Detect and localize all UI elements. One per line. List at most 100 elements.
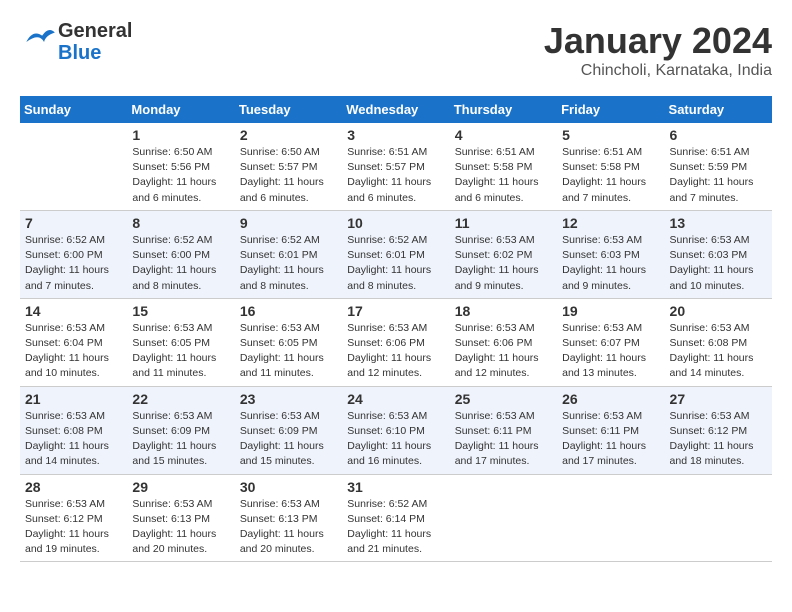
calendar-cell xyxy=(450,474,557,562)
day-info: Sunrise: 6:51 AM Sunset: 5:58 PM Dayligh… xyxy=(455,145,552,206)
day-info: Sunrise: 6:53 AM Sunset: 6:06 PM Dayligh… xyxy=(455,321,552,382)
day-info: Sunrise: 6:53 AM Sunset: 6:07 PM Dayligh… xyxy=(562,321,659,382)
weekday-header-wednesday: Wednesday xyxy=(342,96,449,123)
day-info: Sunrise: 6:53 AM Sunset: 6:11 PM Dayligh… xyxy=(455,409,552,470)
calendar-cell: 4 Sunrise: 6:51 AM Sunset: 5:58 PM Daylig… xyxy=(450,123,557,210)
day-number: 24 xyxy=(347,391,444,407)
calendar-cell: 26Sunrise: 6:53 AM Sunset: 6:11 PM Dayli… xyxy=(557,386,664,474)
day-info: Sunrise: 6:53 AM Sunset: 6:04 PM Dayligh… xyxy=(25,321,122,382)
calendar-cell: 12 Sunrise: 6:53 AM Sunset: 6:03 PM Dayli… xyxy=(557,210,664,298)
calendar-cell: 31 Sunrise: 6:52 AM Sunset: 6:14 PM Dayli… xyxy=(342,474,449,562)
calendar-cell: 17 Sunrise: 6:53 AM Sunset: 6:06 PM Dayli… xyxy=(342,298,449,386)
day-number: 18 xyxy=(455,303,552,319)
day-info: Sunrise: 6:52 AM Sunset: 6:01 PM Dayligh… xyxy=(240,233,337,294)
calendar-cell: 7Sunrise: 6:52 AM Sunset: 6:00 PM Daylig… xyxy=(20,210,127,298)
day-number: 15 xyxy=(132,303,229,319)
month-title: January 2024 xyxy=(544,20,772,62)
calendar-cell: 28Sunrise: 6:53 AM Sunset: 6:12 PM Dayli… xyxy=(20,474,127,562)
day-number: 16 xyxy=(240,303,337,319)
calendar-cell: 10 Sunrise: 6:52 AM Sunset: 6:01 PM Dayli… xyxy=(342,210,449,298)
calendar-cell: 24 Sunrise: 6:53 AM Sunset: 6:10 PM Dayli… xyxy=(342,386,449,474)
day-info: Sunrise: 6:53 AM Sunset: 6:03 PM Dayligh… xyxy=(562,233,659,294)
day-number: 4 xyxy=(455,127,552,143)
day-number: 8 xyxy=(132,215,229,231)
day-number: 29 xyxy=(132,479,229,495)
day-number: 19 xyxy=(562,303,659,319)
calendar-cell: 13 Sunrise: 6:53 AM Sunset: 6:03 PM Dayli… xyxy=(665,210,772,298)
day-number: 11 xyxy=(455,215,552,231)
day-info: Sunrise: 6:53 AM Sunset: 6:13 PM Dayligh… xyxy=(132,497,229,558)
day-number: 12 xyxy=(562,215,659,231)
calendar-cell: 21Sunrise: 6:53 AM Sunset: 6:08 PM Dayli… xyxy=(20,386,127,474)
calendar-cell: 27Sunrise: 6:53 AM Sunset: 6:12 PM Dayli… xyxy=(665,386,772,474)
day-info: Sunrise: 6:53 AM Sunset: 6:06 PM Dayligh… xyxy=(347,321,444,382)
day-info: Sunrise: 6:53 AM Sunset: 6:08 PM Dayligh… xyxy=(670,321,767,382)
day-info: Sunrise: 6:53 AM Sunset: 6:12 PM Dayligh… xyxy=(25,497,122,558)
calendar-table: SundayMondayTuesdayWednesdayThursdayFrid… xyxy=(20,96,772,562)
calendar-cell xyxy=(557,474,664,562)
title-block: January 2024 Chincholi, Karnataka, India xyxy=(544,20,772,80)
day-number: 30 xyxy=(240,479,337,495)
week-row-4: 21Sunrise: 6:53 AM Sunset: 6:08 PM Dayli… xyxy=(20,386,772,474)
day-info: Sunrise: 6:52 AM Sunset: 6:14 PM Dayligh… xyxy=(347,497,444,558)
day-info: Sunrise: 6:52 AM Sunset: 6:00 PM Dayligh… xyxy=(132,233,229,294)
logo-bird-icon xyxy=(20,23,58,61)
day-info: Sunrise: 6:53 AM Sunset: 6:13 PM Dayligh… xyxy=(240,497,337,558)
weekday-header-row: SundayMondayTuesdayWednesdayThursdayFrid… xyxy=(20,96,772,123)
day-number: 9 xyxy=(240,215,337,231)
calendar-cell: 19 Sunrise: 6:53 AM Sunset: 6:07 PM Dayli… xyxy=(557,298,664,386)
day-info: Sunrise: 6:50 AM Sunset: 5:56 PM Dayligh… xyxy=(132,145,229,206)
day-number: 25 xyxy=(455,391,552,407)
logo: General Blue xyxy=(20,20,132,64)
logo-line1: General xyxy=(58,20,132,42)
weekday-header-sunday: Sunday xyxy=(20,96,127,123)
day-number: 2 xyxy=(240,127,337,143)
calendar-cell: 23 Sunrise: 6:53 AM Sunset: 6:09 PM Dayli… xyxy=(235,386,342,474)
day-info: Sunrise: 6:53 AM Sunset: 6:03 PM Dayligh… xyxy=(670,233,767,294)
day-info: Sunrise: 6:53 AM Sunset: 6:02 PM Dayligh… xyxy=(455,233,552,294)
calendar-cell: 30 Sunrise: 6:53 AM Sunset: 6:13 PM Dayli… xyxy=(235,474,342,562)
day-info: Sunrise: 6:51 AM Sunset: 5:58 PM Dayligh… xyxy=(562,145,659,206)
weekday-header-saturday: Saturday xyxy=(665,96,772,123)
day-info: Sunrise: 6:53 AM Sunset: 6:12 PM Dayligh… xyxy=(670,409,767,470)
day-number: 3 xyxy=(347,127,444,143)
location: Chincholi, Karnataka, India xyxy=(544,62,772,80)
day-info: Sunrise: 6:53 AM Sunset: 6:09 PM Dayligh… xyxy=(240,409,337,470)
day-info: Sunrise: 6:53 AM Sunset: 6:11 PM Dayligh… xyxy=(562,409,659,470)
calendar-cell: 5Sunrise: 6:51 AM Sunset: 5:58 PM Daylig… xyxy=(557,123,664,210)
page-header: General Blue January 2024 Chincholi, Kar… xyxy=(20,20,772,80)
day-number: 6 xyxy=(670,127,767,143)
day-number: 31 xyxy=(347,479,444,495)
calendar-cell: 8 Sunrise: 6:52 AM Sunset: 6:00 PM Daylig… xyxy=(127,210,234,298)
calendar-cell: 22 Sunrise: 6:53 AM Sunset: 6:09 PM Dayli… xyxy=(127,386,234,474)
day-info: Sunrise: 6:51 AM Sunset: 5:59 PM Dayligh… xyxy=(670,145,767,206)
calendar-cell: 25 Sunrise: 6:53 AM Sunset: 6:11 PM Dayli… xyxy=(450,386,557,474)
calendar-cell: 29 Sunrise: 6:53 AM Sunset: 6:13 PM Dayli… xyxy=(127,474,234,562)
day-number: 20 xyxy=(670,303,767,319)
calendar-cell xyxy=(20,123,127,210)
weekday-header-friday: Friday xyxy=(557,96,664,123)
day-number: 23 xyxy=(240,391,337,407)
calendar-cell: 18 Sunrise: 6:53 AM Sunset: 6:06 PM Dayli… xyxy=(450,298,557,386)
day-info: Sunrise: 6:53 AM Sunset: 6:09 PM Dayligh… xyxy=(132,409,229,470)
day-info: Sunrise: 6:53 AM Sunset: 6:05 PM Dayligh… xyxy=(132,321,229,382)
week-row-2: 7 Sunrise: 6:52 AM Sunset: 6:00 PM Daylig… xyxy=(20,210,772,298)
day-info: Sunrise: 6:53 AM Sunset: 6:08 PM Dayligh… xyxy=(25,409,122,470)
calendar-cell: 3Sunrise: 6:51 AM Sunset: 5:57 PM Daylig… xyxy=(342,123,449,210)
day-number: 22 xyxy=(132,391,229,407)
day-info: Sunrise: 6:53 AM Sunset: 6:10 PM Dayligh… xyxy=(347,409,444,470)
day-number: 1 xyxy=(132,127,229,143)
day-info: Sunrise: 6:52 AM Sunset: 6:01 PM Dayligh… xyxy=(347,233,444,294)
day-info: Sunrise: 6:50 AM Sunset: 5:57 PM Dayligh… xyxy=(240,145,337,206)
calendar-cell: 2 Sunrise: 6:50 AM Sunset: 5:57 PM Daylig… xyxy=(235,123,342,210)
weekday-header-tuesday: Tuesday xyxy=(235,96,342,123)
calendar-cell: 15 Sunrise: 6:53 AM Sunset: 6:05 PM Dayli… xyxy=(127,298,234,386)
weekday-header-monday: Monday xyxy=(127,96,234,123)
day-number: 14 xyxy=(25,303,122,319)
calendar-cell xyxy=(665,474,772,562)
day-number: 7 xyxy=(25,215,122,231)
day-number: 13 xyxy=(670,215,767,231)
day-number: 10 xyxy=(347,215,444,231)
day-number: 17 xyxy=(347,303,444,319)
week-row-3: 14 Sunrise: 6:53 AM Sunset: 6:04 PM Dayli… xyxy=(20,298,772,386)
